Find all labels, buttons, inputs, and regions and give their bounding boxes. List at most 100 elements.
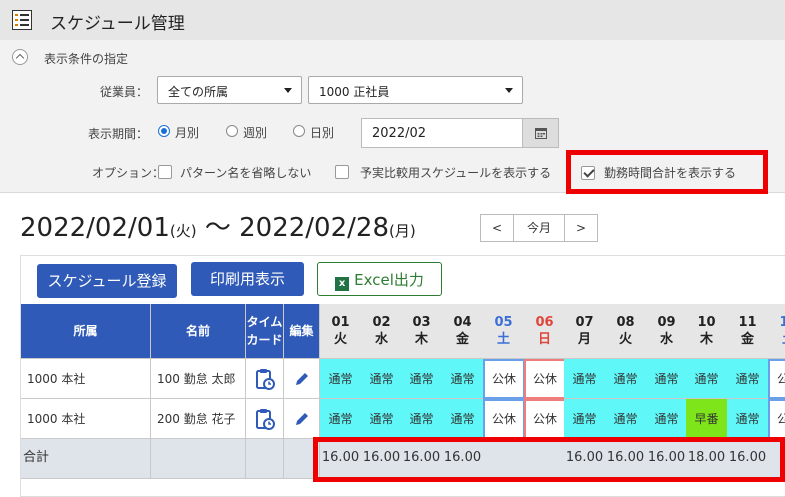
day-header: 10 木 [686, 304, 728, 359]
day-number: 08 [616, 315, 635, 330]
shift-cell[interactable]: 通常 [646, 399, 688, 439]
edit-cell[interactable] [284, 399, 320, 439]
day-number: 11 [738, 315, 757, 330]
page-title: スケジュール管理 [50, 14, 185, 34]
shift-cell[interactable]: 公休 [524, 359, 566, 399]
shift-cell[interactable]: 通常 [646, 359, 688, 399]
header-timecard: タイム カード [246, 304, 284, 359]
day-number: 06 [535, 315, 554, 330]
day-number: 09 [657, 315, 676, 330]
day-header: 12土 [768, 304, 785, 359]
filter-section-title: 表示条件の指定 [44, 52, 129, 66]
timecard-cell[interactable] [246, 359, 284, 399]
comparison-schedule-label: 予実比較用スケジュールを表示する [360, 166, 552, 180]
employment-type-select-value: 1000 正社員 [319, 85, 390, 99]
excel-icon: x [335, 277, 350, 291]
shift-cell[interactable]: 通常 [727, 359, 769, 399]
current-month-button[interactable]: 今月 [513, 214, 565, 242]
shift-cell[interactable]: 通常 [686, 359, 728, 399]
department-select[interactable]: 全ての所属 [157, 76, 302, 104]
header-name: 名前 [151, 304, 246, 359]
day-header: 11 金 [727, 304, 769, 359]
period-label: 表示期間： [88, 127, 149, 141]
day-header: 06 日 [524, 304, 566, 359]
day-weekday: 金 [740, 332, 754, 347]
shift-cell[interactable]: 早番 [686, 399, 728, 439]
chevron-down-icon [505, 88, 513, 93]
department-select-value: 全ての所属 [168, 85, 229, 99]
shift-cell[interactable]: 通常 [605, 399, 647, 439]
shift-cell[interactable]: 通常 [564, 359, 606, 399]
period-date-input[interactable]: 2022/02 [361, 118, 523, 148]
day-number: 05 [494, 315, 513, 330]
shift-cell[interactable]: 公休 [483, 399, 525, 439]
day-header: 02 水 [361, 304, 403, 359]
shift-cell[interactable]: 通常 [564, 399, 606, 439]
day-number: 12 [768, 314, 785, 331]
clipboard-clock-icon[interactable] [255, 408, 275, 430]
day-number: 02 [372, 315, 391, 330]
shift-cell[interactable]: 通常 [361, 399, 403, 439]
day-weekday: 月 [577, 332, 591, 347]
next-month-button[interactable]: > [564, 214, 598, 242]
range-start: 2022/02/01 [20, 213, 170, 243]
day-number: 07 [575, 315, 594, 330]
pencil-icon[interactable] [293, 370, 311, 388]
day-header: 07 月 [564, 304, 606, 359]
shift-cell[interactable]: 公休 [524, 399, 566, 439]
day-number: 10 [697, 315, 716, 330]
excel-export-label: Excel出力 [354, 271, 424, 289]
edit-cell[interactable] [284, 359, 320, 399]
employment-type-select[interactable]: 1000 正社員 [308, 76, 523, 104]
day-header: 01 火 [320, 304, 362, 359]
comparison-schedule-checkbox[interactable] [335, 165, 349, 179]
period-daily-radio[interactable] [293, 125, 305, 137]
pencil-icon[interactable] [293, 410, 311, 428]
shift-cell[interactable]: 通常 [442, 399, 484, 439]
schedule-app-icon [12, 10, 32, 30]
shift-cell[interactable]: 通常 [442, 359, 484, 399]
day-weekday: 火 [618, 332, 632, 347]
day-header: 05 土 [483, 304, 525, 359]
employee-name: 100 勤怠 太郎 [151, 359, 246, 399]
day-header: 04 金 [442, 304, 484, 359]
print-view-button[interactable]: 印刷用表示 [191, 262, 304, 296]
period-weekly-label: 週別 [243, 126, 268, 140]
shift-cell[interactable]: 通常 [320, 359, 362, 399]
day-header: 09 水 [646, 304, 688, 359]
schedule-register-button[interactable]: スケジュール登録 [37, 264, 177, 298]
day-number: 04 [453, 315, 472, 330]
total-blank [151, 439, 246, 479]
shift-cell[interactable]: 通常 [727, 399, 769, 439]
day-weekday: 木 [414, 332, 428, 347]
shift-cell[interactable]: 通常 [605, 359, 647, 399]
day-weekday: 水 [659, 332, 673, 347]
employee-label: 従業員： [100, 85, 149, 99]
excel-export-button[interactable]: x Excel出力 [317, 262, 442, 296]
collapse-toggle-icon[interactable] [12, 49, 28, 65]
highlight-total-row [313, 437, 785, 482]
timecard-cell[interactable] [246, 399, 284, 439]
shift-cell[interactable]: 通常 [401, 359, 443, 399]
period-daily-label: 日別 [310, 126, 335, 140]
shift-cell[interactable]: 公休 [768, 359, 785, 399]
period-weekly-radio[interactable] [226, 125, 238, 137]
day-header: 03 木 [401, 304, 443, 359]
calendar-button[interactable] [522, 118, 559, 148]
omit-pattern-checkbox[interactable] [158, 165, 172, 179]
header-edit: 編集 [284, 304, 320, 359]
day-number: 01 [331, 315, 350, 330]
shift-cell[interactable]: 通常 [401, 399, 443, 439]
shift-cell[interactable]: 公休 [483, 359, 525, 399]
total-label: 合計 [21, 439, 151, 479]
employee-dept: 1000 本社 [21, 359, 151, 399]
period-monthly-radio[interactable] [158, 125, 170, 137]
clipboard-clock-icon[interactable] [255, 368, 275, 390]
range-start-dow: (火) [169, 222, 197, 240]
period-monthly-label: 月別 [175, 126, 200, 140]
shift-cell[interactable]: 公休 [768, 399, 785, 439]
omit-pattern-label: パターン名を省略しない [180, 166, 312, 180]
prev-month-button[interactable]: < [480, 214, 514, 242]
shift-cell[interactable]: 通常 [320, 399, 362, 439]
shift-cell[interactable]: 通常 [361, 359, 403, 399]
